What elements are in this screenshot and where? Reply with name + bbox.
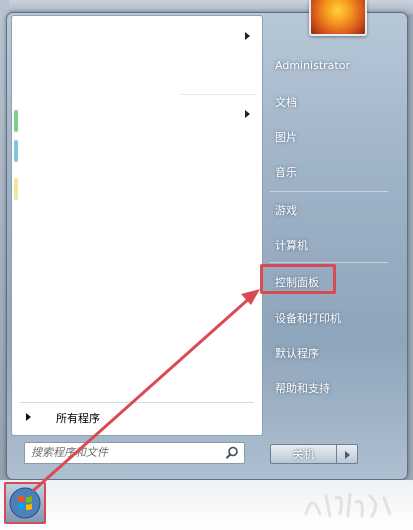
- user-avatar[interactable]: [309, 0, 367, 36]
- all-programs-item[interactable]: 所有程序: [18, 406, 258, 430]
- search-icon[interactable]: [224, 445, 240, 461]
- games-item[interactable]: 游戏: [275, 202, 297, 218]
- documents-item[interactable]: 文档: [275, 94, 297, 110]
- all-programs-label: 所有程序: [56, 412, 100, 425]
- program-icon: [14, 110, 18, 132]
- watermark-logo: [304, 492, 392, 518]
- divider: [270, 191, 388, 192]
- computer-item[interactable]: 计算机: [275, 237, 308, 253]
- start-menu-left-pane: 所有程序: [11, 15, 263, 436]
- pictures-item[interactable]: 图片: [275, 129, 297, 145]
- start-button[interactable]: [4, 482, 46, 524]
- shutdown-button[interactable]: 关机: [270, 444, 337, 464]
- pinned-program-item[interactable]: [18, 22, 258, 52]
- default-programs-item[interactable]: 默认程序: [275, 345, 319, 361]
- search-input[interactable]: [31, 444, 219, 460]
- divider: [20, 402, 254, 403]
- control-panel-item[interactable]: 控制面板: [275, 274, 319, 290]
- program-icon: [14, 140, 18, 162]
- windows-logo-icon: [9, 487, 41, 519]
- chevron-right-icon: [26, 413, 31, 421]
- help-support-item[interactable]: 帮助和支持: [275, 380, 330, 396]
- divider: [270, 262, 388, 263]
- program-icon: [14, 178, 18, 200]
- chevron-right-icon[interactable]: [245, 110, 250, 118]
- chevron-right-icon[interactable]: [245, 32, 250, 40]
- divider: [180, 94, 256, 95]
- devices-printers-item[interactable]: 设备和打印机: [275, 310, 341, 326]
- search-box[interactable]: [24, 442, 245, 464]
- shutdown-options-button[interactable]: [337, 444, 358, 464]
- music-item[interactable]: 音乐: [275, 164, 297, 180]
- pinned-program-item[interactable]: [18, 100, 258, 130]
- user-name-item[interactable]: Administrator: [275, 59, 350, 72]
